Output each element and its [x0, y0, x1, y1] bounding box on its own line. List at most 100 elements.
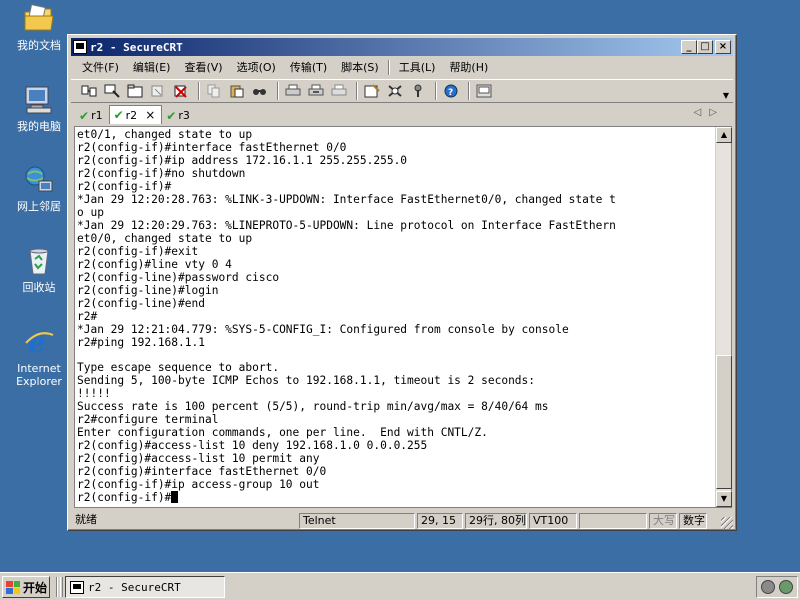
terminal-line: Type escape sequence to abort. — [77, 361, 280, 375]
print-setup-icon[interactable] — [283, 82, 303, 100]
toolbar: ? ▼ — [71, 79, 733, 103]
toolbar-separator — [468, 82, 470, 100]
menu-transfer[interactable]: 传输(T) — [283, 58, 334, 77]
terminal-cursor — [171, 491, 179, 504]
status-protocol: Telnet — [299, 512, 415, 529]
desktop-icon-label: 我的文档 — [17, 39, 61, 52]
reconnect-icon[interactable] — [148, 82, 168, 100]
terminal-line: r2# — [77, 309, 98, 323]
taskbar-grip[interactable] — [60, 577, 63, 597]
menu-script[interactable]: 脚本(S) — [334, 58, 386, 77]
terminal-area[interactable]: et0/1, changed state to up r2(config-if)#… — [74, 126, 732, 508]
status-num-lock: 数字 — [679, 512, 707, 529]
desktop-icon-label: 回收站 — [22, 281, 56, 294]
toolbar-separator — [435, 82, 437, 100]
quick-connect-icon[interactable] — [102, 82, 122, 100]
securecrt-app-icon[interactable] — [73, 40, 87, 54]
internet-explorer-icon: e — [22, 325, 56, 359]
session-tabs: ✔ r1 ✔ r2 × ✔ r3 ◁▷ — [71, 105, 733, 124]
status-cursor-position: 29, 15 — [417, 512, 463, 529]
terminal-line: r2(config-if)#ip access-group 10 out — [77, 478, 320, 492]
menu-bar: 文件(F) 编辑(E) 查看(V) 选项(O) 传输(T) 脚本(S) 工具(L… — [71, 58, 733, 77]
terminal-line: r2(config)#access-list 10 deny 192.168.1… — [77, 439, 428, 453]
start-button[interactable]: 开始 — [2, 576, 50, 598]
terminal-line: *Jan 29 12:20:29.763: %LINEPROTO-5-UPDOW… — [77, 218, 616, 232]
resize-grip-icon[interactable] — [721, 517, 733, 529]
tab-r3[interactable]: ✔ r3 — [162, 107, 196, 124]
print-selection-icon[interactable] — [306, 82, 326, 100]
status-emulation: VT100 — [529, 512, 577, 529]
close-button[interactable]: × — [715, 40, 731, 54]
connected-check-icon: ✔ — [79, 108, 90, 123]
terminal-output[interactable]: et0/1, changed state to up r2(config-if)#… — [77, 128, 718, 506]
taskbar: 开始 r2 - SecureCRT — [0, 572, 800, 600]
sftp-icon[interactable] — [474, 82, 494, 100]
taskbar-item-securecrt[interactable]: r2 - SecureCRT — [65, 576, 225, 598]
start-label: 开始 — [23, 580, 48, 595]
menu-tools[interactable]: 工具(L) — [392, 58, 443, 77]
terminal-line: *Jan 29 12:21:04.779: %SYS-5-CONFIG_I: C… — [77, 322, 569, 336]
paste-icon[interactable] — [227, 82, 247, 100]
session-options-icon[interactable] — [362, 82, 382, 100]
maximize-button[interactable]: □ — [697, 40, 713, 54]
key-map-icon[interactable] — [408, 82, 428, 100]
securecrt-window: r2 - SecureCRT _ □ × 文件(F) 编辑(E) 查看(V) 选… — [67, 34, 737, 531]
desktop-icon-my-computer[interactable]: 我的电脑 — [6, 83, 72, 133]
tab-label: r2 — [125, 108, 138, 122]
title-bar[interactable]: r2 - SecureCRT _ □ × — [71, 38, 733, 56]
desktop-icon-internet-explorer[interactable]: e Internet Explorer — [6, 325, 72, 388]
connected-check-icon: ✔ — [113, 108, 124, 122]
scroll-down-icon[interactable]: ▼ — [716, 491, 732, 507]
menu-edit[interactable]: 编辑(E) — [126, 58, 178, 77]
desktop-icon-label: Internet Explorer — [16, 362, 62, 388]
terminal-line: r2(config-if)# — [77, 179, 172, 193]
terminal-prompt: r2(config-if)# — [77, 491, 172, 505]
terminal-prompt-line[interactable]: r2(config-if)# — [77, 491, 718, 504]
terminal-line: r2(config)#line vty 0 4 — [77, 257, 232, 271]
terminal-line: r2(config-line)#password cisco — [77, 270, 280, 284]
find-icon[interactable] — [250, 82, 270, 100]
tray-network-icon[interactable] — [761, 580, 775, 594]
securecrt-app-icon — [70, 580, 84, 594]
disconnect-icon[interactable] — [171, 82, 191, 100]
minimize-button[interactable]: _ — [681, 40, 697, 54]
toolbar-more-icon[interactable]: ▼ — [723, 91, 729, 100]
menu-help[interactable]: 帮助(H) — [442, 58, 495, 77]
folder-documents-icon — [22, 2, 56, 36]
terminal-line: Sending 5, 100-byte ICMP Echos to 192.16… — [77, 374, 536, 388]
global-options-icon[interactable] — [385, 82, 405, 100]
terminal-line: o up — [77, 205, 104, 219]
menu-view[interactable]: 查看(V) — [177, 58, 229, 77]
terminal-line: r2(config-line)#end — [77, 296, 205, 310]
terminal-line: Success rate is 100 percent (5/5), round… — [77, 400, 549, 414]
tab-close-icon[interactable]: × — [145, 108, 155, 122]
connect-in-tab-icon[interactable] — [125, 82, 145, 100]
desktop-icon-recycle-bin[interactable]: 回收站 — [6, 244, 72, 294]
tab-scroll-arrows-icon[interactable]: ◁▷ — [694, 107, 725, 118]
copy-icon[interactable] — [204, 82, 224, 100]
print-icon[interactable] — [329, 82, 349, 100]
terminal-line: et0/1, changed state to up — [77, 128, 253, 141]
desktop-icon-network[interactable]: 网上邻居 — [6, 163, 72, 213]
tab-r1[interactable]: ✔ r1 — [75, 107, 109, 124]
menu-options[interactable]: 选项(O) — [230, 58, 283, 77]
vertical-scrollbar[interactable]: ▲ ▼ — [715, 127, 732, 507]
tray-status-icon[interactable] — [779, 580, 793, 594]
desktop-icon-label: 我的电脑 — [17, 120, 61, 133]
terminal-line: Enter configuration commands, one per li… — [77, 426, 488, 440]
connect-icon[interactable] — [79, 82, 99, 100]
tab-r2[interactable]: ✔ r2 × — [108, 105, 163, 124]
scroll-up-icon[interactable]: ▲ — [716, 127, 732, 143]
svg-text:?: ? — [448, 88, 453, 98]
desktop-icon-my-documents[interactable]: 我的文档 — [6, 2, 72, 52]
status-caps-lock: 大写 — [649, 512, 677, 529]
menu-file[interactable]: 文件(F) — [75, 58, 126, 77]
help-icon[interactable]: ? — [441, 82, 461, 100]
menu-separator — [387, 60, 390, 75]
terminal-line: r2(config)#interface fastEthernet 0/0 — [77, 465, 327, 479]
terminal-line: *Jan 29 12:20:28.763: %LINK-3-UPDOWN: In… — [77, 192, 616, 206]
tab-label: r1 — [91, 109, 103, 122]
status-ready: 就绪 — [75, 512, 97, 526]
terminal-line: r2#configure terminal — [77, 413, 219, 427]
scrollbar-thumb[interactable] — [716, 355, 732, 489]
